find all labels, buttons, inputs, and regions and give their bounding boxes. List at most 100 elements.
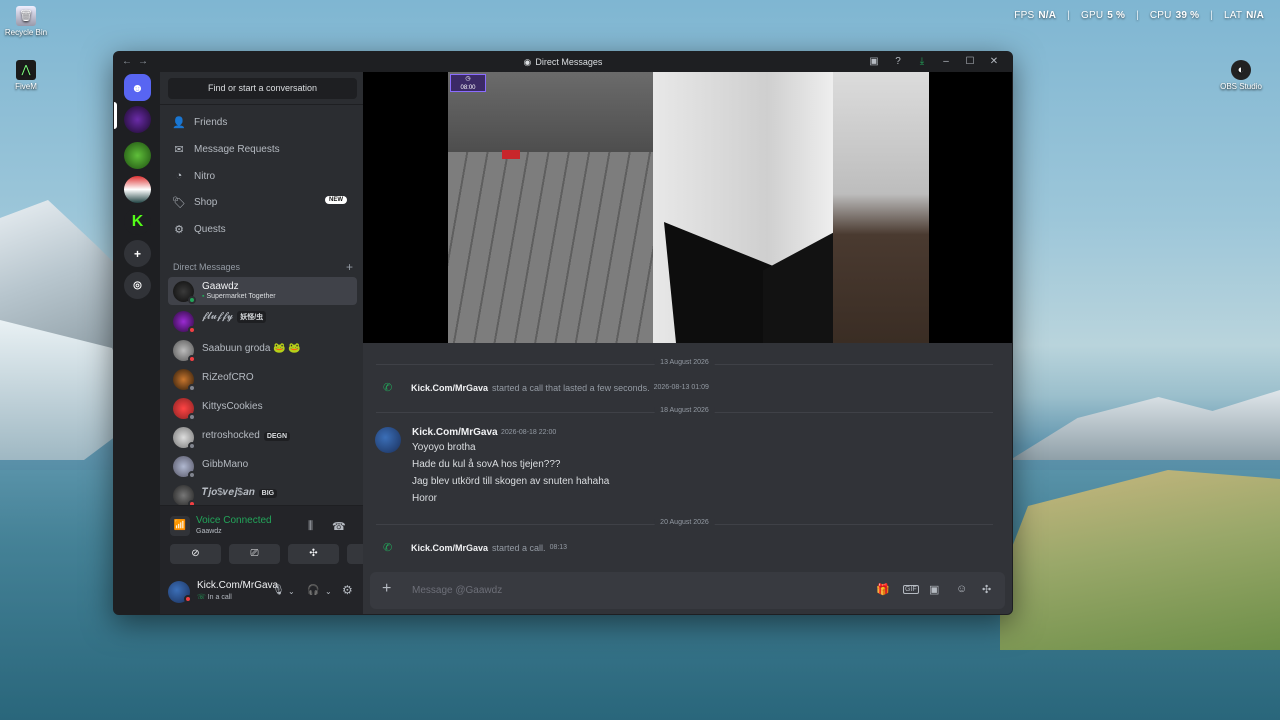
sticker-icon[interactable]: ▣ (929, 583, 939, 596)
nav-nitro[interactable]: ◔ Nitro (168, 164, 357, 188)
nav-shop[interactable]: 🏷 Shop NEW (168, 190, 357, 214)
message-timestamp: 2026-08-18 22:00 (501, 429, 557, 436)
mic-options-chevron-icon[interactable]: ⌄ (288, 587, 295, 596)
message-text: Jag blev utkörd till skogen av snuten ha… (412, 476, 610, 487)
user-panel: Kick.Com/MrGava ☏ In a call 🎙 ⌄ 🎧 ⌄ ⚙ (160, 573, 363, 614)
nav-label: Friends (194, 116, 228, 128)
microphone-icon[interactable]: 🎙 (272, 585, 285, 596)
dm-item-saabuun[interactable]: Saabuun groda 🐸 🐸 (168, 336, 357, 364)
phone-icon: ☏ (197, 594, 208, 601)
call-text: started a call. (492, 542, 546, 553)
game-stream-frame[interactable]: ◷ 08:00 (448, 72, 929, 343)
apps-icon[interactable]: ✣ (982, 583, 991, 596)
discover-icon[interactable]: ◎ (124, 272, 151, 299)
caller-name[interactable]: Kick.Com/MrGava (411, 383, 488, 393)
minimize-button[interactable]: – (934, 55, 958, 69)
add-server-icon[interactable]: + (124, 240, 151, 267)
status-indicator (188, 413, 196, 421)
settings-gear-icon[interactable]: ⚙ (342, 583, 353, 597)
message-composer[interactable]: + Message @Gaawdz 🎁 GIF ▣ ☺ ✣ (370, 572, 1005, 609)
nav-message-requests[interactable]: ✉ Message Requests (168, 137, 357, 161)
close-button[interactable]: ✕ (982, 55, 1006, 69)
noise-suppression-icon[interactable]: ⫼ (308, 520, 313, 533)
message-input[interactable]: Message @Gaawdz (412, 585, 502, 596)
download-icon[interactable]: ⤓ (910, 55, 934, 69)
kick-server-icon[interactable]: K (124, 208, 151, 235)
find-conversation-button[interactable]: Find or start a conversation (168, 78, 357, 99)
gif-icon[interactable]: GIF (903, 585, 919, 594)
voice-status[interactable]: Voice Connected (196, 515, 272, 526)
home-dm-button[interactable]: ☻ (124, 74, 151, 101)
activities-icon: ✣ (309, 548, 318, 559)
dm-item-kittyscookies[interactable]: KittysCookies (168, 394, 357, 422)
hud-time: 08:00 (460, 85, 476, 91)
status-indicator (188, 355, 196, 363)
camera-toggle-button[interactable]: ⊘ (170, 544, 221, 564)
disconnect-icon[interactable]: ☎ (332, 520, 346, 533)
status-indicator (188, 471, 196, 479)
discord-logo-icon: ☻ (131, 80, 144, 95)
message-text: Yoyoyo brotha (412, 442, 476, 453)
dm-name-row: 𝑻𝒋𝒐$𝒗𝒆𝒋$𝒂𝒏 BIG (202, 487, 278, 498)
dm-item-gibbmano[interactable]: GibbMano (168, 452, 357, 480)
timestamp: 2026-08-13 01:09 (653, 384, 709, 391)
status-indicator (188, 442, 196, 450)
dm-item-fluffy[interactable]: 𝓯𝓵𝓾𝓯𝓯𝔂 妖怪/虫 (168, 307, 357, 335)
user-name[interactable]: Kick.Com/MrGava (197, 580, 278, 591)
headphones-icon[interactable]: 🎧 (307, 585, 319, 596)
dm-item-rizeofcro[interactable]: RiZeofCRO (168, 365, 357, 393)
emoji-icon[interactable]: ☺ (956, 583, 967, 595)
dm-section-header: Direct Messages + (173, 260, 353, 274)
desktop-icon-label: Recycle Bin (4, 28, 48, 37)
upload-plus-icon[interactable]: + (382, 580, 391, 598)
message-author[interactable]: Kick.Com/MrGava (412, 427, 498, 438)
dm-name: GibbMano (202, 459, 249, 470)
caller-name[interactable]: Kick.Com/MrGava (411, 543, 488, 553)
message-author-avatar[interactable] (375, 427, 401, 453)
lat-label: LAT (1223, 10, 1243, 21)
nav-friends[interactable]: 👤 Friends (168, 110, 357, 134)
nav-label: Message Requests (194, 143, 280, 155)
nav-quests[interactable]: ⚙ Quests (168, 217, 357, 241)
dm-item-tjosvejsan[interactable]: 𝑻𝒋𝒐$𝒗𝒆𝒋$𝒂𝒏 BIG (168, 481, 357, 505)
performance-overlay: FPS N/A | GPU 5 % | CPU 39 % | LAT N/A (1014, 10, 1264, 21)
inbox-icon[interactable]: ▣ (862, 55, 886, 69)
phone-icon: ✆ (383, 542, 393, 554)
date-label: 20 August 2026 (654, 519, 715, 526)
server-icon-2[interactable] (124, 142, 151, 169)
create-dm-icon[interactable]: + (346, 260, 353, 274)
timestamp: 08:13 (549, 544, 568, 551)
audio-options-chevron-icon[interactable]: ⌄ (325, 587, 332, 596)
selected-pill (114, 102, 117, 129)
server-icon-3[interactable] (124, 176, 151, 203)
desktop-mountain-right (1010, 390, 1280, 460)
status-indicator (188, 296, 196, 304)
screen-share-button[interactable]: ⎚ (229, 544, 280, 564)
desktop-icon-fivem[interactable]: ⋀ FiveM (0, 60, 56, 91)
dm-item-retroshocked[interactable]: retroshocked DEGN (168, 423, 357, 451)
dm-activity: ▪ Supermarket Together (202, 293, 276, 300)
help-icon[interactable]: ? (886, 55, 910, 69)
user-status: ☏ In a call (197, 593, 232, 601)
dm-name: 𝑻𝒋𝒐$𝒗𝒆𝒋$𝒂𝒏 (202, 487, 255, 498)
desktop-icon-recycle-bin[interactable]: 🗑 Recycle Bin (0, 6, 56, 37)
date-divider: 20 August 2026 (376, 519, 993, 526)
dm-item-gaawdz[interactable]: Gaawdz ▪ Supermarket Together (168, 277, 357, 305)
desktop-icon-obs[interactable]: ◐ OBS Studio (1211, 60, 1271, 91)
activities-button[interactable]: ✣ (288, 544, 339, 564)
obs-icon: ◐ (1231, 60, 1251, 80)
stream-viewer[interactable]: ◷ 08:00 (363, 72, 1012, 343)
desktop-icon-label: FiveM (15, 82, 37, 91)
maximize-button[interactable]: ☐ (958, 55, 982, 69)
cpu-value: 39 % (1175, 10, 1200, 21)
dm-name: KittysCookies (202, 401, 263, 412)
call-system-message: ✆ Kick.Com/MrGava started a call that la… (383, 381, 709, 394)
divider (160, 104, 363, 105)
fivem-icon: ⋀ (16, 60, 36, 80)
gift-icon[interactable]: 🎁 (876, 583, 890, 596)
clan-tag: DEGN (263, 432, 291, 441)
discord-logo-icon: ◉ (523, 57, 532, 67)
nav-label: Shop (194, 196, 218, 208)
voice-channel-name[interactable]: Gaawdz (196, 528, 222, 535)
server-icon-1[interactable] (124, 106, 151, 133)
